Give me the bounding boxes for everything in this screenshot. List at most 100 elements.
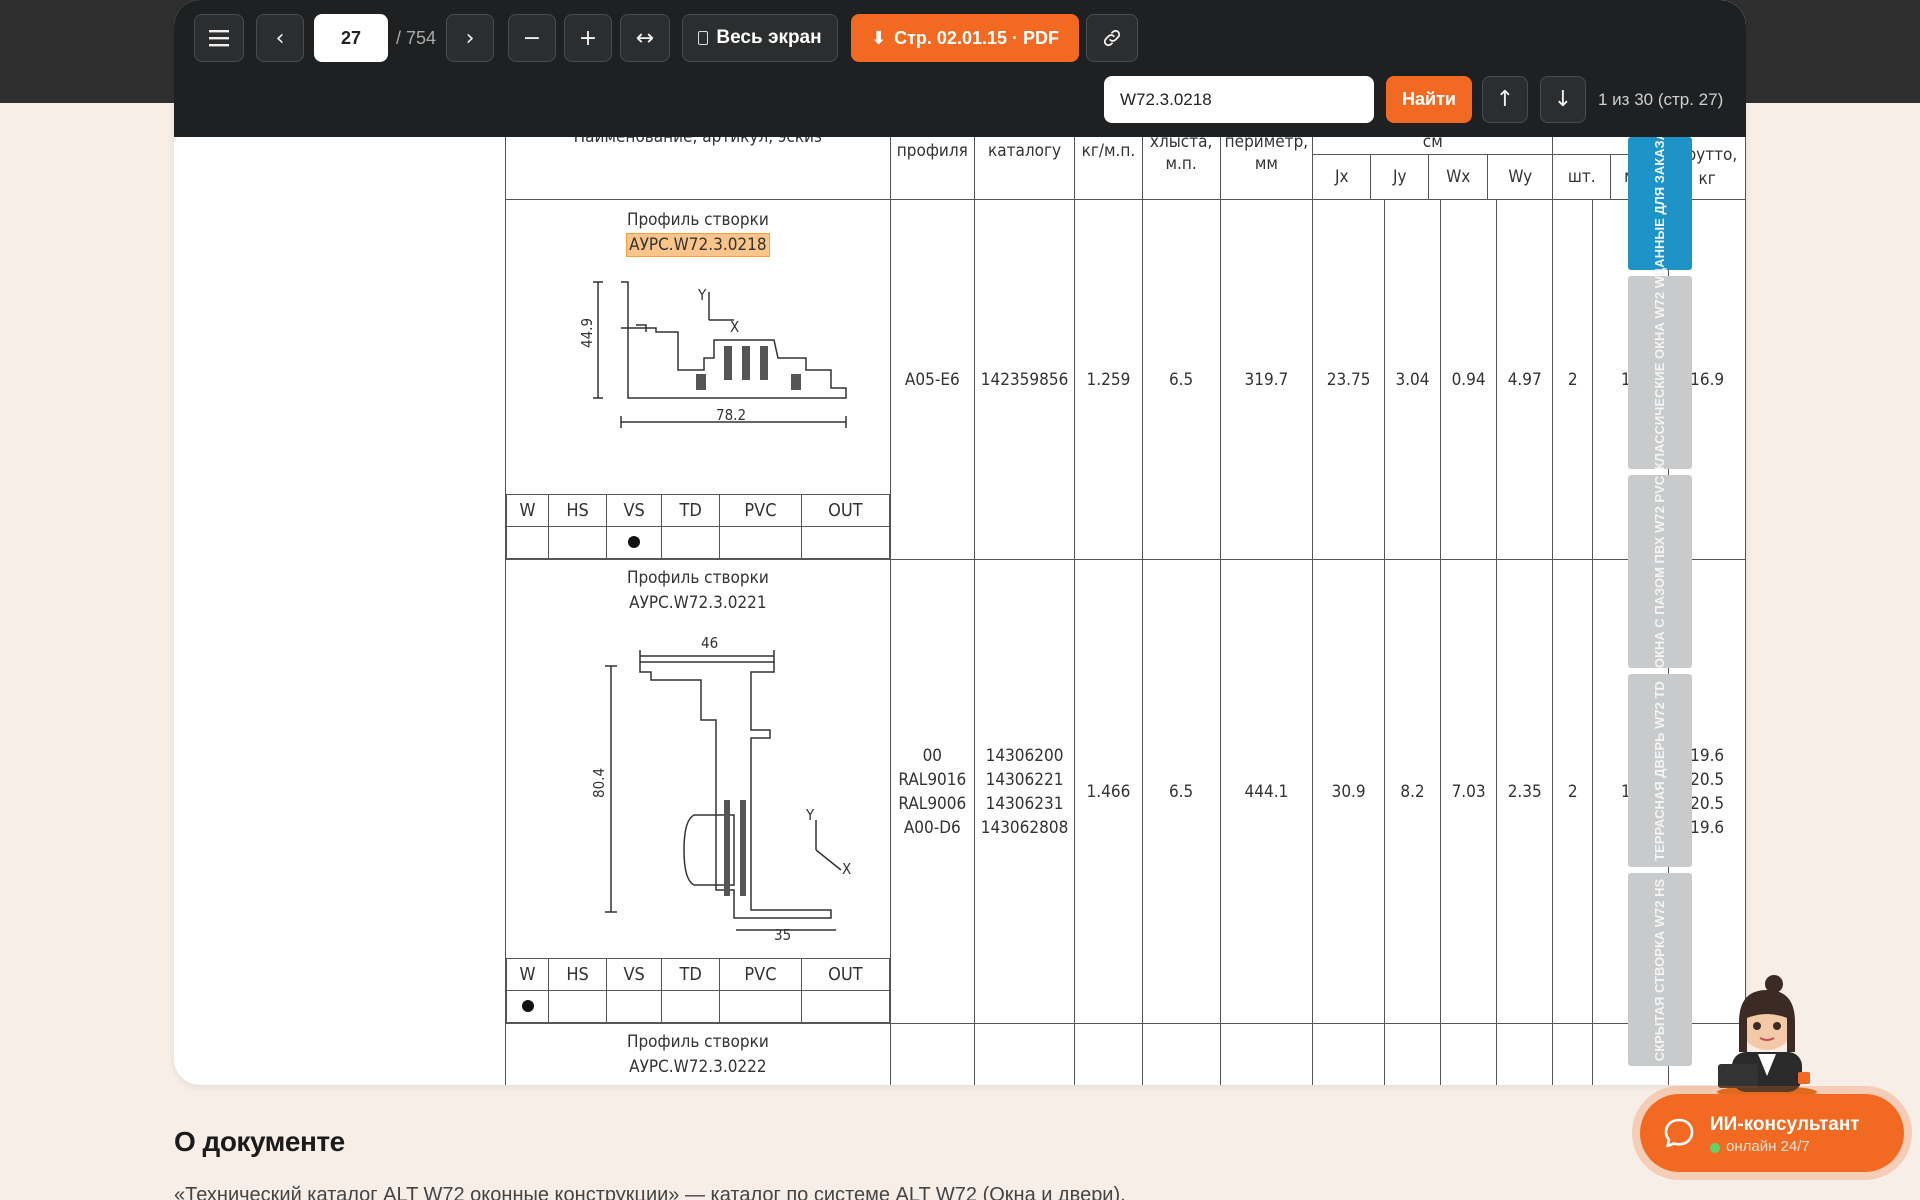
header-perimeter-text: периметр, мм <box>1224 132 1309 174</box>
axis-y-label: Y <box>805 806 815 824</box>
cell-wy: 2.35 <box>1496 559 1554 1024</box>
catalog-number: 14306231 <box>985 793 1064 814</box>
header-pcs: шт. <box>1553 155 1612 199</box>
tab-label: ОКНА С ПАЗОМ ПВХ W72 PVC <box>1652 475 1668 668</box>
hamburger-icon <box>209 30 229 47</box>
tab-pvc-windows[interactable]: ОКНА С ПАЗОМ ПВХ W72 PVC <box>1628 475 1692 668</box>
cell-jy: 8.2 <box>1383 559 1442 1024</box>
catalog-number: 14306221 <box>985 769 1064 790</box>
flag-w: W <box>505 958 550 991</box>
table-row: Профиль створки АУРС.W72.3.0222 <box>505 1023 1746 1085</box>
flag-vs: VS <box>606 958 663 991</box>
flag-td: TD <box>661 958 721 991</box>
header-kg-text: кг/м.п. <box>1081 141 1136 161</box>
profile-cell: Профиль створки АУРС.W72.3.0221 46 80.4 … <box>505 559 891 1024</box>
flag-pvc: PVC <box>719 494 802 527</box>
search-input[interactable] <box>1104 76 1374 123</box>
profile-article: АУРС.W72.3.0221 <box>629 593 767 613</box>
axis-x-label: X <box>730 318 739 336</box>
cell-jy: 3.04 <box>1383 199 1442 560</box>
header-catalog-text: каталогу <box>987 141 1062 161</box>
profile-sketch: 46 80.4 35 Y X <box>590 634 851 944</box>
chat-subtitle: онлайн 24/7 <box>1726 1138 1810 1155</box>
copy-link-button[interactable] <box>1086 14 1138 62</box>
download-pdf-button[interactable]: ⬇ Стр. 02.01.15 · PDF <box>851 14 1079 62</box>
fullscreen-icon <box>698 31 709 45</box>
menu-button[interactable] <box>194 14 244 62</box>
fullscreen-label: Весь экран <box>716 27 822 48</box>
flag-out: OUT <box>800 958 890 991</box>
prev-page-button[interactable]: ‹ <box>256 14 304 62</box>
download-pdf-label: Стр. 02.01.15 · PDF <box>894 27 1059 48</box>
catalog-number: 14306200 <box>985 745 1064 766</box>
dim-height: 80.4 <box>590 768 608 798</box>
find-button[interactable]: Найти <box>1386 76 1472 123</box>
flag-out: OUT <box>800 494 890 527</box>
catalog-table: Наименование, артикул, эскиз профиля кат… <box>505 96 1746 1085</box>
next-result-button[interactable]: ↓ <box>1540 76 1586 123</box>
page-number-input[interactable] <box>314 14 388 62</box>
cell-jx: 23.75 <box>1312 199 1385 560</box>
online-status-icon <box>1710 1143 1720 1153</box>
dim-width: 78.2 <box>716 406 746 424</box>
header-wy: Wy <box>1508 167 1533 187</box>
zoom-in-button[interactable]: + <box>564 14 612 62</box>
profile-title: Профиль створки <box>626 568 769 588</box>
cell-kg: 1.466 <box>1074 559 1143 1024</box>
flag-dot-icon <box>521 1000 534 1012</box>
link-icon <box>1103 29 1121 47</box>
document-page: Наименование, артикул, эскиз профиля кат… <box>200 0 1746 1085</box>
pdf-viewer: Наименование, артикул, эскиз профиля кат… <box>174 0 1746 1085</box>
profile-cell: Профиль створки АУРС.W72.3.0218 44.9 78.… <box>505 199 891 560</box>
flag-vs: VS <box>606 494 663 527</box>
cell-wx: 7.03 <box>1440 559 1498 1024</box>
viewer-toolbar: ‹ / 754 › − + ↔ Весь экран ⬇ Стр. 02.01.… <box>174 0 1746 137</box>
cell-jx: 30.9 <box>1312 559 1385 1024</box>
flag-dot-icon <box>628 536 641 548</box>
tab-classic-windows[interactable]: КЛАССИЧЕСКИЕ ОКНА W72 W <box>1628 275 1692 470</box>
search-highlight: АУРС.W72.3.0218 <box>626 233 770 257</box>
download-icon: ⬇ <box>871 27 887 49</box>
tab-terrace-door[interactable]: ТЕРРАСНАЯ ДВЕРЬ W72 TD <box>1628 674 1692 867</box>
axis-y-label: Y <box>697 286 707 304</box>
next-page-button[interactable]: › <box>446 14 494 62</box>
tab-label: ДАННЫЕ ДЛЯ ЗАКАЗА <box>1652 130 1668 277</box>
tab-hidden-sash[interactable]: СКРЫТАЯ СТВОРКА W72 HS <box>1628 873 1692 1066</box>
profile-cell: Профиль створки АУРС.W72.3.0222 <box>505 1023 891 1085</box>
prev-result-button[interactable]: ↑ <box>1482 76 1528 123</box>
usage-flags: W HS VS TD PVC OUT <box>505 494 890 559</box>
tab-label: СКРЫТАЯ СТВОРКА W72 HS <box>1652 878 1667 1061</box>
cell-perimeter: 319.7 <box>1219 199 1314 560</box>
fit-width-button[interactable]: ↔ <box>620 14 670 62</box>
flag-w: W <box>505 494 550 527</box>
zoom-out-button[interactable]: − <box>508 14 556 62</box>
profile-sketch: 44.9 78.2 Y X <box>578 281 847 428</box>
cell-kg: 1.259 <box>1074 199 1143 560</box>
section-tabs: ДАННЫЕ ДЛЯ ЗАКАЗА КЛАССИЧЕСКИЕ ОКНА W72 … <box>1628 130 1694 1085</box>
profile-article: АУРС.W72.3.0222 <box>629 1057 767 1077</box>
chat-title: ИИ-консультант <box>1710 1114 1860 1135</box>
cell-whip: 6.5 <box>1141 559 1221 1024</box>
flag-hs: HS <box>548 494 608 527</box>
about-text: «Технический каталог ALT W72 оконные кон… <box>174 1184 1126 1200</box>
catalog-number: 143062808 <box>980 817 1069 838</box>
chat-bubble-icon <box>1664 1118 1694 1148</box>
cell-whip: 6.5 <box>1141 199 1221 560</box>
tab-order-data[interactable]: ДАННЫЕ ДЛЯ ЗАКАЗА <box>1628 130 1692 277</box>
ai-consultant-button[interactable]: ИИ-консультант онлайн 24/7 <box>1640 1094 1904 1172</box>
cell-wx: 0.94 <box>1440 199 1498 560</box>
search-result-count: 1 из 30 (стр. 27) <box>1598 90 1724 109</box>
header-jy: Jy <box>1371 155 1430 199</box>
fullscreen-button[interactable]: Весь экран <box>682 14 838 62</box>
table-row: Профиль створки АУРС.W72.3.0218 44.9 78.… <box>505 199 1746 560</box>
cell-wy: 4.97 <box>1496 199 1554 560</box>
header-jx: Jx <box>1313 155 1372 199</box>
page-total: / 754 <box>396 28 437 48</box>
usage-flags: W HS VS TD PVC OUT <box>505 958 890 1023</box>
tab-label: ТЕРРАСНАЯ ДВЕРЬ W72 TD <box>1652 680 1667 861</box>
assistant-avatar <box>1717 975 1817 1097</box>
flag-pvc: PVC <box>719 958 802 991</box>
header-profile-text: профиля <box>896 141 968 161</box>
dim-top: 46 <box>701 634 718 652</box>
dim-height: 44.9 <box>578 318 596 348</box>
